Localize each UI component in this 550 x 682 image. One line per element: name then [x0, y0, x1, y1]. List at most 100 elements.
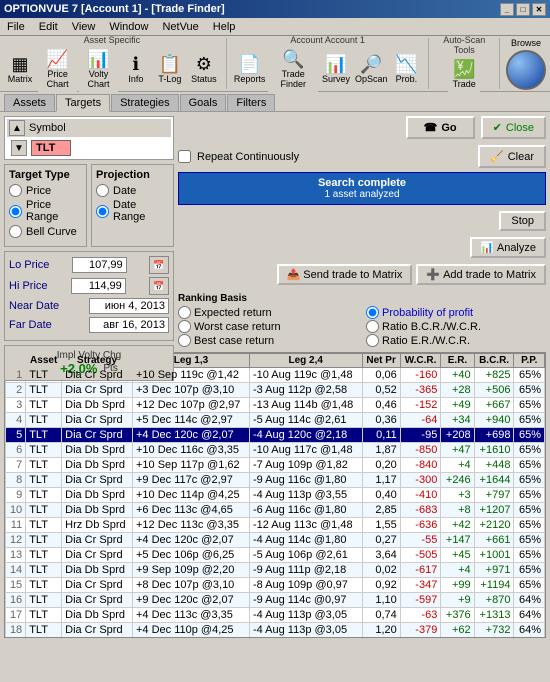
tab-strategies[interactable]: Strategies [111, 94, 179, 111]
near-date-input[interactable] [89, 298, 169, 314]
hi-price-input[interactable] [71, 278, 126, 294]
menu-help[interactable]: Help [210, 20, 239, 34]
table-row[interactable]: 5 TLT Dia Cr Sprd +4 Dec 120c @2,07 -4 A… [6, 428, 545, 443]
table-row[interactable]: 11 TLT Hrz Db Sprd +12 Dec 113c @3,35 -1… [6, 518, 545, 533]
data-table-wrapper[interactable]: Asset Strategy Leg 1,3 Leg 2,4 Net Pr W.… [4, 352, 546, 638]
prob-button[interactable]: 📉 Prob. [390, 52, 422, 87]
symbol-label: Symbol [29, 122, 66, 134]
table-row[interactable]: 6 TLT Dia Db Sprd +10 Dec 116c @3,35 -10… [6, 443, 545, 458]
col-pp: P.P. [514, 354, 545, 368]
hi-price-button[interactable]: 📅 [149, 277, 169, 295]
title-buttons[interactable]: _ □ ✕ [500, 3, 546, 16]
far-date-input[interactable] [89, 317, 169, 333]
add-trade-to-matrix-button[interactable]: ➕ Add trade to Matrix [416, 264, 546, 285]
analyze-button[interactable]: 📊 Analyze [470, 237, 546, 258]
lo-price-input[interactable] [72, 257, 127, 273]
ranking-best-radio[interactable] [178, 334, 191, 347]
repeat-checkbox[interactable] [178, 150, 191, 163]
table-row[interactable]: 7 TLT Dia Db Sprd +10 Sep 117p @1,62 -7 … [6, 458, 545, 473]
row-pp: 65% [514, 533, 545, 548]
tlog-button[interactable]: 📋 T-Log [154, 52, 186, 87]
symbol-value[interactable]: TLT [31, 140, 71, 156]
ranking-ratio-er-radio[interactable] [366, 334, 379, 347]
table-row[interactable]: 8 TLT Dia Cr Sprd +9 Dec 117c @2,97 -9 A… [6, 473, 545, 488]
trade-finder-button[interactable]: 🔍 Trade Finder [268, 47, 318, 92]
matrix-button[interactable]: ▦ Matrix [4, 52, 36, 87]
menu-window[interactable]: Window [106, 20, 151, 34]
menu-file[interactable]: File [4, 20, 28, 34]
status-button[interactable]: ⚙ Status [188, 52, 220, 87]
table-row[interactable]: 2 TLT Dia Cr Sprd +3 Dec 107p @3,10 -3 A… [6, 383, 545, 398]
tab-filters[interactable]: Filters [227, 94, 275, 111]
ranking-expected-radio[interactable] [178, 306, 191, 319]
table-row[interactable]: 3 TLT Dia Db Sprd +12 Dec 107p @2,97 -13… [6, 398, 545, 413]
eraser-icon: 🧹 [490, 150, 504, 163]
table-row[interactable]: 13 TLT Dia Cr Sprd +5 Dec 106p @6,25 -5 … [6, 548, 545, 563]
volty-chart-button[interactable]: 📊 Volty Chart [79, 47, 118, 92]
tab-assets[interactable]: Assets [4, 94, 55, 111]
row-num: 3 [6, 398, 26, 413]
row-er: +49 [441, 398, 474, 413]
row-num: 16 [6, 593, 26, 608]
table-row[interactable]: 16 TLT Dia Cr Sprd +9 Dec 120c @2,07 -9 … [6, 593, 545, 608]
row-pp: 65% [514, 413, 545, 428]
minimize-button[interactable]: _ [500, 3, 514, 16]
table-row[interactable]: 1 TLT Dia Cr Sprd +10 Sep 119c @1,42 -10… [6, 368, 545, 383]
close-button[interactable]: ✔ Close [481, 116, 546, 139]
stop-button[interactable]: Stop [499, 211, 546, 231]
target-bell-curve-radio[interactable] [9, 225, 22, 238]
target-price-radio[interactable] [9, 184, 22, 197]
table-row[interactable]: 19 TLT Dia Db Sprd +8 Dec 120c @2,07 -8 … [6, 638, 545, 639]
row-er: +8 [441, 503, 474, 518]
tab-goals[interactable]: Goals [180, 94, 227, 111]
lo-price-button[interactable]: 📅 [149, 256, 169, 274]
row-pp: 65% [514, 488, 545, 503]
ranking-prob-radio[interactable] [366, 306, 379, 319]
trade-button[interactable]: 💹 Trade [448, 57, 480, 92]
target-price-range-radio[interactable] [9, 205, 22, 218]
col-netpr: Net Pr [362, 354, 400, 368]
ranking-grid: Expected return Probability of profit Wo… [178, 306, 546, 347]
info-button[interactable]: ℹ Info [120, 52, 152, 87]
ranking-ratio-bcr-radio[interactable] [366, 320, 379, 333]
menu-edit[interactable]: Edit [36, 20, 61, 34]
menu-view[interactable]: View [69, 20, 99, 34]
table-row[interactable]: 15 TLT Dia Cr Sprd +8 Dec 107p @3,10 -8 … [6, 578, 545, 593]
send-trade-to-matrix-button[interactable]: 📤 Send trade to Matrix [277, 264, 413, 285]
row-pp: 65% [514, 518, 545, 533]
go-button[interactable]: ☎ Go [406, 116, 475, 139]
proj-date-label: Date [113, 185, 136, 197]
row-strategy: Dia Db Sprd [62, 563, 133, 578]
table-row[interactable]: 9 TLT Dia Db Sprd +10 Dec 114p @4,25 -4 … [6, 488, 545, 503]
row-asset: TLT [26, 518, 62, 533]
table-row[interactable]: 14 TLT Dia Db Sprd +9 Sep 109p @2,20 -9 … [6, 563, 545, 578]
proj-date-range-radio[interactable] [96, 205, 109, 218]
close-label: Close [506, 122, 534, 134]
reports-button[interactable]: 📄 Reports [233, 52, 267, 87]
row-asset: TLT [26, 638, 62, 639]
row-bcr: +2120 [474, 518, 514, 533]
opscan-button[interactable]: 🔎 OpScan [354, 52, 388, 87]
proj-date-radio[interactable] [96, 184, 109, 197]
maximize-button[interactable]: □ [516, 3, 530, 16]
close-button[interactable]: ✕ [532, 3, 546, 16]
row-netpr: 1,20 [362, 623, 400, 638]
table-row[interactable]: 10 TLT Dia Db Sprd +6 Dec 113c @4,65 -6 … [6, 503, 545, 518]
table-row[interactable]: 12 TLT Dia Cr Sprd +4 Dec 120c @2,07 -4 … [6, 533, 545, 548]
row-bcr: +667 [474, 398, 514, 413]
row-leg2: -5 Aug 106p @2,61 [249, 548, 362, 563]
clear-button[interactable]: 🧹 Clear [478, 145, 546, 168]
survey-button[interactable]: 📊 Survey [320, 52, 352, 87]
table-row[interactable]: 18 TLT Dia Cr Sprd +4 Dec 110p @4,25 -4 … [6, 623, 545, 638]
row-num: 7 [6, 458, 26, 473]
row-netpr: 0,52 [362, 383, 400, 398]
tab-targets[interactable]: Targets [56, 94, 110, 112]
price-chart-button[interactable]: 📈 Price Chart [38, 47, 77, 92]
symbol-down-button[interactable]: ▼ [11, 140, 27, 156]
menu-netvue[interactable]: NetVue [159, 20, 201, 34]
symbol-up-button[interactable]: ▲ [9, 120, 25, 136]
table-row[interactable]: 4 TLT Dia Cr Sprd +5 Dec 114c @2,97 -5 A… [6, 413, 545, 428]
ranking-worst-radio[interactable] [178, 320, 191, 333]
table-row[interactable]: 17 TLT Dia Db Sprd +4 Dec 113c @3,35 -4 … [6, 608, 545, 623]
title-bar: OPTIONVUE 7 [Account 1] - [Trade Finder]… [0, 0, 550, 18]
